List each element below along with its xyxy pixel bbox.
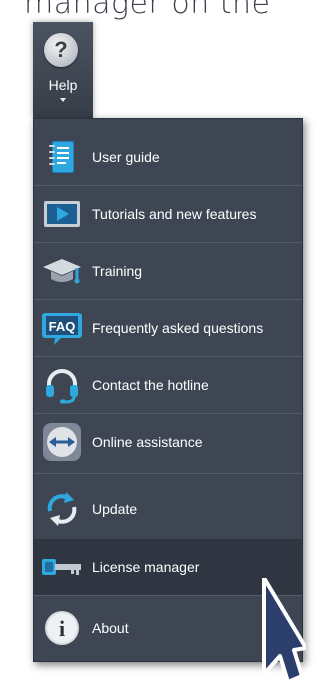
menu-item-label: Training: [92, 263, 143, 279]
info-icon: i: [45, 611, 79, 645]
menu-item-tutorials[interactable]: Tutorials and new features: [34, 186, 302, 242]
svg-text:i: i: [59, 616, 65, 641]
help-button-label: Help: [48, 77, 78, 93]
svg-text:FAQ: FAQ: [49, 319, 76, 334]
menu-separator: [34, 473, 302, 474]
menu-item-label: About: [92, 620, 129, 636]
menu-item-label: Tutorials and new features: [92, 206, 257, 222]
menu-item-label: Frequently asked questions: [92, 320, 264, 336]
update-arrows-icon: [47, 492, 77, 526]
menu-item-hotline[interactable]: Contact the hotline: [34, 357, 302, 413]
menu-item-update[interactable]: Update: [34, 481, 302, 537]
caption-text: manager on the: [24, 0, 271, 21]
menu-item-label: Online assistance: [92, 434, 203, 450]
question-circle-icon: ?: [44, 33, 78, 67]
help-button[interactable]: ? Help: [33, 22, 93, 118]
menu-item-label: User guide: [92, 149, 160, 165]
user-guide-icon: [49, 141, 74, 173]
menu-item-label: Contact the hotline: [92, 377, 209, 393]
graduation-cap-icon: [43, 259, 81, 284]
menu-item-faq[interactable]: FAQ Frequently asked questions: [34, 300, 302, 356]
tutorial-play-icon: [44, 201, 80, 227]
headset-icon: [46, 369, 78, 404]
remote-assistance-icon: [43, 423, 81, 461]
menu-item-user-guide[interactable]: User guide: [34, 129, 302, 185]
mouse-cursor-icon: [262, 578, 306, 683]
menu-item-label: License manager: [92, 559, 200, 575]
license-key-icon: [42, 559, 81, 575]
menu-item-label: Update: [92, 501, 138, 517]
menu-item-training[interactable]: Training: [34, 243, 302, 299]
faq-icon: FAQ: [42, 313, 82, 345]
caret-down-icon: [60, 98, 66, 102]
menu-item-online-assistance[interactable]: Online assistance: [34, 414, 302, 470]
